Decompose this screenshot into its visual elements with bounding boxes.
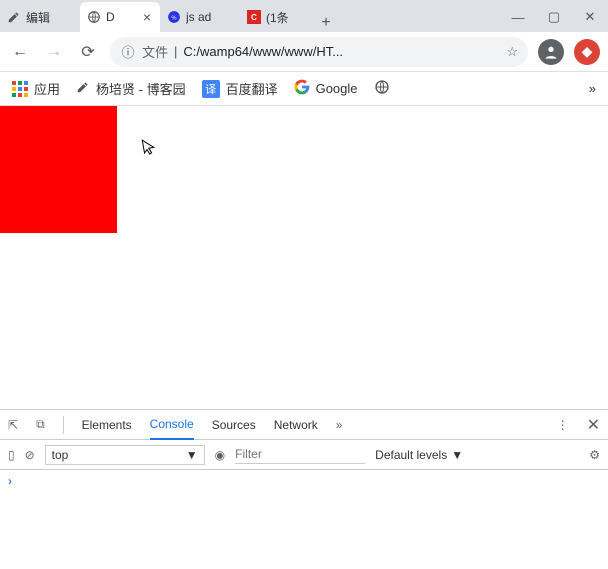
sidebar-toggle-icon[interactable]: ▯ — [8, 448, 15, 462]
levels-label: Default levels — [375, 448, 447, 462]
devtools-menu-icon[interactable]: ⋮ — [557, 418, 569, 432]
devtools-panel: ⇱ ⧉ Elements Console Sources Network » ⋮… — [0, 409, 608, 569]
reload-button[interactable]: ⟳ — [76, 40, 100, 64]
tab-2-active[interactable]: D × — [80, 2, 160, 32]
maximize-button[interactable]: ▢ — [536, 2, 572, 32]
bookmark-label: 杨培贤 - 博客园 — [96, 79, 186, 98]
url-sep: | — [174, 44, 177, 59]
address-bar: ← → ⟳ ⓘ 文件 | C:/wamp64/www/www/HT... ☆ ◆ — [0, 32, 608, 72]
console-output[interactable]: › — [0, 470, 608, 569]
google-icon — [294, 79, 310, 98]
pen-icon — [6, 9, 22, 25]
page-content — [0, 106, 608, 409]
inspect-element-icon[interactable]: ⇱ — [8, 418, 18, 432]
minimize-button[interactable]: — — [500, 2, 536, 32]
bookmarks-overflow[interactable]: » — [589, 81, 596, 96]
log-levels-selector[interactable]: Default levels ▼ — [375, 448, 463, 462]
profile-avatar[interactable] — [538, 39, 564, 65]
filter-field[interactable] — [235, 445, 365, 464]
console-prompt: › — [8, 474, 12, 488]
tab-strip: 编辑 D × % js ad C (1条 + — ▢ ✕ — [0, 0, 608, 32]
new-tab-button[interactable]: + — [312, 14, 340, 32]
back-button[interactable]: ← — [8, 40, 32, 64]
window-close-button[interactable]: ✕ — [572, 2, 608, 32]
bookmark-label: Google — [316, 81, 358, 96]
bookmark-star-icon[interactable]: ☆ — [506, 44, 518, 60]
apps-bookmark[interactable]: 应用 — [12, 79, 60, 98]
extension-icon[interactable]: ◆ — [574, 39, 600, 65]
bookmarks-bar: 应用 杨培贤 - 博客园 译 百度翻译 Google » — [0, 72, 608, 106]
cursor-icon — [141, 137, 159, 162]
tab-sources[interactable]: Sources — [212, 410, 256, 440]
console-toolbar: ▯ ⊘ top ▼ ◉ Default levels ▼ ⚙ — [0, 440, 608, 470]
tab-1[interactable]: 编辑 — [0, 2, 80, 32]
clear-console-icon[interactable]: ⊘ — [25, 448, 35, 462]
more-tabs-icon[interactable]: » — [336, 418, 343, 432]
context-selector[interactable]: top ▼ — [45, 445, 205, 465]
omnibox[interactable]: ⓘ 文件 | C:/wamp64/www/www/HT... ☆ — [110, 37, 528, 67]
tab-3[interactable]: % js ad — [160, 2, 240, 32]
context-value: top — [52, 448, 69, 462]
tab-console[interactable]: Console — [150, 410, 194, 440]
forward-button[interactable]: → — [42, 40, 66, 64]
translate-icon: 译 — [202, 80, 220, 98]
csdn-icon: C — [246, 9, 262, 25]
apps-grid-icon — [12, 81, 28, 97]
tab-network[interactable]: Network — [274, 410, 318, 440]
devtools-close-icon[interactable]: ✕ — [587, 415, 600, 435]
url-prefix: 文件 — [142, 42, 168, 61]
filter-input[interactable] — [235, 445, 365, 464]
divider — [63, 416, 64, 434]
tab-label: 编辑 — [26, 9, 74, 26]
close-icon[interactable]: × — [140, 10, 154, 24]
info-icon: ⓘ — [120, 44, 136, 60]
browser-window: 编辑 D × % js ad C (1条 + — ▢ ✕ — [0, 0, 608, 569]
devtools-tabs: ⇱ ⧉ Elements Console Sources Network » ⋮… — [0, 410, 608, 440]
tab-4[interactable]: C (1条 — [240, 2, 312, 32]
red-square — [0, 106, 117, 233]
url-text: C:/wamp64/www/www/HT... — [183, 44, 500, 59]
device-toggle-icon[interactable]: ⧉ — [36, 417, 45, 432]
tab-label: (1条 — [266, 9, 306, 26]
live-expression-icon[interactable]: ◉ — [215, 448, 225, 462]
baidu-icon: % — [166, 9, 182, 25]
bookmark-label: 应用 — [34, 79, 60, 98]
window-controls: — ▢ ✕ — [500, 2, 608, 32]
bookmark-label: 百度翻译 — [226, 79, 278, 98]
bookmark-cnblogs[interactable]: 杨培贤 - 博客园 — [76, 79, 186, 98]
bookmark-google[interactable]: Google — [294, 79, 358, 98]
svg-text:C: C — [251, 13, 257, 22]
tab-elements[interactable]: Elements — [82, 410, 132, 440]
bookmark-baidu-fanyi[interactable]: 译 百度翻译 — [202, 79, 278, 98]
tab-label: js ad — [186, 10, 234, 24]
globe-icon — [374, 79, 390, 98]
pen-icon — [76, 80, 90, 97]
console-settings-icon[interactable]: ⚙ — [589, 448, 600, 462]
globe-icon — [86, 9, 102, 25]
svg-text:%: % — [171, 15, 176, 21]
chevron-down-icon: ▼ — [451, 448, 463, 462]
tab-label: D — [106, 10, 136, 24]
bookmark-globe[interactable] — [374, 79, 390, 98]
chevron-down-icon: ▼ — [186, 448, 198, 462]
